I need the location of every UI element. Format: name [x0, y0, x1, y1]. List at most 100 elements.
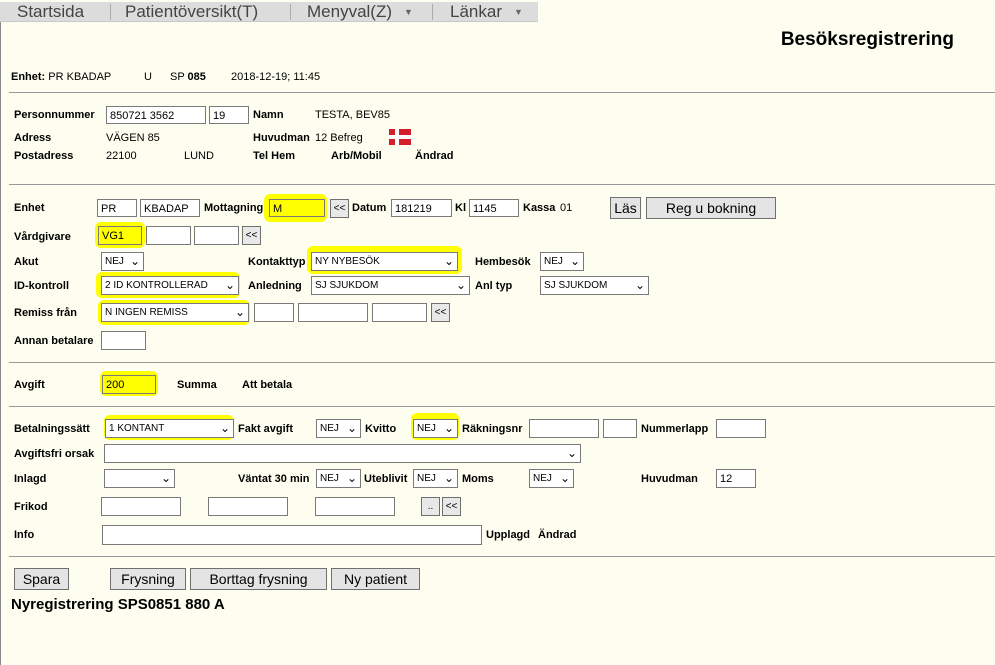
enhet-value: PR KBADAP	[48, 71, 112, 83]
avgift-label: Avgift	[14, 379, 45, 391]
frikod-search-button[interactable]: ..	[421, 497, 440, 516]
inlagd-label: Inlagd	[14, 473, 47, 485]
kl-field[interactable]: 1145	[469, 199, 519, 217]
unit-line: Enhet: PR KBADAP	[11, 71, 111, 83]
avgift-field[interactable]: 200	[102, 375, 156, 394]
nummerlapp-label: Nummerlapp	[641, 423, 709, 435]
menu-startsida[interactable]: Startsida	[17, 2, 84, 21]
ort-value: LUND	[184, 150, 214, 162]
menu-lankar[interactable]: Länkar ▼	[450, 2, 523, 21]
reg-u-bokning-button[interactable]: Reg u bokning	[646, 197, 776, 219]
namn-value: TESTA, BEV85	[315, 109, 390, 121]
anltyp-label: Anl typ	[475, 280, 513, 292]
chevron-down-icon: ⌄	[346, 471, 357, 485]
kassa-value: 01	[560, 202, 573, 214]
frikod-back-button[interactable]: <<	[442, 497, 461, 516]
moms-label: Moms	[462, 473, 494, 485]
chevron-down-icon: ⌄	[129, 254, 140, 268]
adress-label: Adress	[14, 132, 52, 144]
remiss-select[interactable]: N INGEN REMISS ⌄	[101, 303, 249, 322]
frikod-field-3[interactable]	[315, 497, 395, 516]
upplagd-label: Upplagd	[486, 529, 530, 541]
visit-enhet-name-field[interactable]: KBADAP	[140, 199, 200, 217]
huvudman-value: 12 Befreg	[315, 132, 363, 144]
payment-huvudman-field[interactable]: 12	[716, 469, 756, 488]
vardgivare-field-3[interactable]	[194, 226, 239, 245]
ny-patient-button[interactable]: Ny patient	[331, 568, 420, 590]
hembesok-select[interactable]: NEJ ⌄	[540, 252, 584, 271]
personnummer-suffix-field[interactable]: 19	[209, 106, 249, 124]
huvudman-label: Huvudman	[253, 132, 310, 144]
vantat-select[interactable]: NEJ ⌄	[316, 469, 361, 488]
chevron-down-icon: ⌄	[160, 471, 171, 485]
remiss-field-1[interactable]	[254, 303, 294, 322]
nummerlapp-field[interactable]	[716, 419, 766, 438]
rakningsnr-field-2[interactable]	[603, 419, 637, 438]
kontakttyp-select[interactable]: NY NYBESÖK ⌄	[311, 252, 458, 271]
status-text: Nyregistrering SPS0851 880 A	[11, 596, 225, 613]
chevron-down-icon: ⌄	[566, 446, 577, 460]
spara-button[interactable]: Spara	[14, 568, 69, 590]
mottagning-field[interactable]: M	[269, 199, 325, 217]
namn-label: Namn	[253, 109, 284, 121]
borttag-frysning-button[interactable]: Borttag frysning	[190, 568, 327, 590]
adress-value: VÄGEN 85	[106, 132, 160, 144]
moms-select[interactable]: NEJ ⌄	[529, 469, 574, 488]
idkontroll-select[interactable]: 2 ID KONTROLLERAD ⌄	[101, 276, 239, 295]
postadress-label: Postadress	[14, 150, 74, 162]
vardgivare-field[interactable]: VG1	[98, 226, 142, 245]
annan-betalare-label: Annan betalare	[14, 335, 94, 347]
kvitto-select[interactable]: NEJ ⌄	[413, 419, 458, 438]
uteblivit-label: Uteblivit	[364, 473, 408, 485]
anltyp-select[interactable]: SJ SJUKDOM ⌄	[540, 276, 649, 295]
chevron-down-icon: ⌄	[346, 421, 357, 435]
chevron-down-icon: ⌄	[234, 305, 245, 319]
betalningssatt-select[interactable]: 1 KONTANT ⌄	[105, 419, 234, 438]
personnummer-field[interactable]: 850721 3562	[106, 106, 206, 124]
hembesok-value: NEJ	[544, 256, 563, 267]
frikod-field-2[interactable]	[208, 497, 288, 516]
kvitto-value: NEJ	[417, 423, 436, 434]
anltyp-value: SJ SJUKDOM	[544, 280, 608, 291]
fakt-avgift-label: Fakt avgift	[238, 423, 294, 435]
inlagd-select[interactable]: ⌄	[104, 469, 175, 488]
rakningsnr-field[interactable]	[529, 419, 599, 438]
visit-enhet-code-field[interactable]: PR	[97, 199, 137, 217]
info-field[interactable]	[102, 525, 482, 545]
sp-label: SP	[170, 71, 185, 83]
vardgivare-field-2[interactable]	[146, 226, 191, 245]
anledning-select[interactable]: SJ SJUKDOM ⌄	[311, 276, 470, 295]
enhet-label: Enhet:	[11, 71, 46, 83]
remiss-back-button[interactable]: <<	[431, 303, 450, 322]
kassa-label: Kassa	[523, 202, 556, 214]
vardgivare-label: Vårdgivare	[14, 231, 71, 243]
payment-andrad-label: Ändrad	[538, 529, 577, 541]
frikod-field-1[interactable]	[101, 497, 181, 516]
menu-menyval-label: Menyval(Z)	[307, 2, 393, 21]
fakt-avgift-select[interactable]: NEJ ⌄	[316, 419, 361, 438]
avgiftsfri-select[interactable]: ⌄	[104, 444, 581, 463]
payment-huvudman-label: Huvudman	[641, 473, 698, 485]
mottagning-back-button[interactable]: <<	[330, 199, 349, 218]
chevron-down-icon: ▼	[404, 7, 413, 17]
fakt-avgift-value: NEJ	[320, 423, 339, 434]
uteblivit-select[interactable]: NEJ ⌄	[413, 469, 458, 488]
remiss-field-2[interactable]	[298, 303, 368, 322]
frikod-label: Frikod	[14, 501, 48, 513]
akut-value: NEJ	[105, 256, 124, 267]
remiss-field-3[interactable]	[372, 303, 427, 322]
chevron-down-icon: ⌄	[219, 421, 230, 435]
vardgivare-back-button[interactable]: <<	[242, 226, 261, 245]
datum-field[interactable]: 181219	[391, 199, 452, 217]
danish-flag-icon	[389, 129, 411, 145]
vantat-label: Väntat 30 min	[238, 473, 310, 485]
las-button[interactable]: Läs	[610, 197, 641, 219]
remiss-label: Remiss från	[14, 307, 77, 319]
menu-patientoversikt[interactable]: Patientöversikt(T)	[125, 2, 258, 21]
menu-menyval[interactable]: Menyval(Z) ▼	[307, 2, 413, 21]
annan-betalare-field[interactable]	[101, 331, 146, 350]
mottagning-label-text: Mottagning	[204, 202, 264, 214]
frysning-button[interactable]: Frysning	[110, 568, 186, 590]
akut-select[interactable]: NEJ ⌄	[101, 252, 144, 271]
andrad-label: Ändrad	[415, 150, 454, 162]
